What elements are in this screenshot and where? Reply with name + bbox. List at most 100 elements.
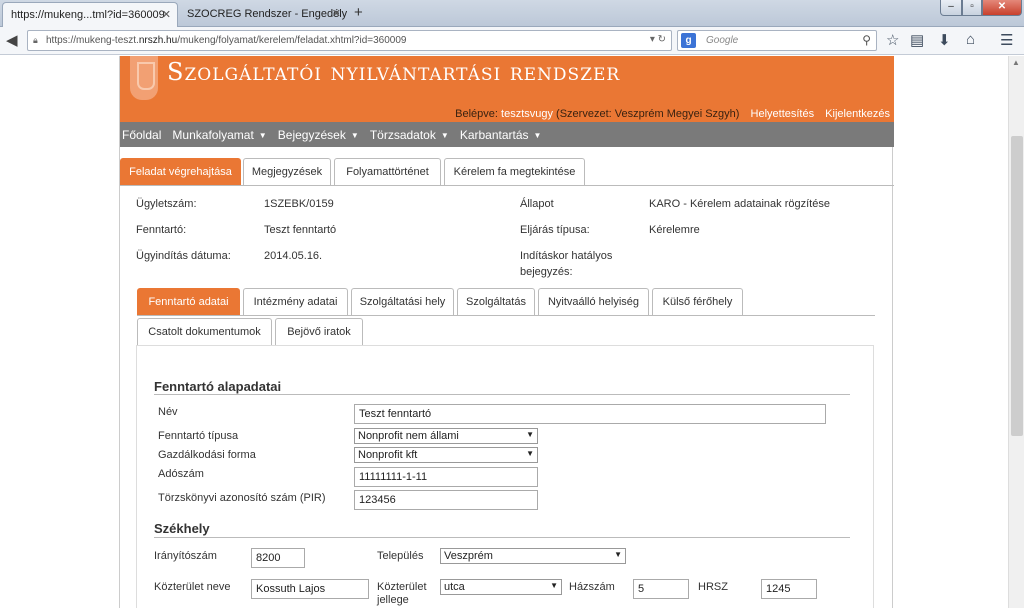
zip-label: Irányítószám (154, 550, 217, 562)
maintainer-value: Teszt fenntartó (264, 224, 337, 236)
browser-tab-active[interactable]: https://mukeng...tml?id=360009 ✕ (2, 2, 178, 27)
type-select[interactable]: Nonprofit nem állami ▼ (354, 428, 538, 444)
main-menu: Főoldal Munkafolyamat ▼ Bejegyzések ▼ Törz… (120, 122, 894, 147)
scrollbar-thumb[interactable] (1011, 136, 1023, 436)
logout-link[interactable]: Kijelentkezés (825, 108, 890, 120)
house-number-label: Házszám (569, 581, 615, 593)
menu-item-home[interactable]: Főoldal (122, 128, 161, 142)
new-tab-icon[interactable]: + (354, 4, 363, 21)
menu-icon[interactable]: ☰ (1000, 31, 1013, 49)
type-label: Fenntartó típusa (158, 430, 239, 442)
maximize-window-icon[interactable]: ▫ (962, 0, 982, 16)
start-date-value: 2014.05.16. (264, 250, 323, 262)
search-icon[interactable]: ⚲ (862, 33, 871, 47)
minimize-window-icon[interactable]: – (940, 0, 962, 16)
dropdown-arrow-icon: ▼ (526, 430, 534, 439)
menu-item-entries[interactable]: Bejegyzések ▼ (278, 128, 359, 142)
close-window-icon[interactable]: ✕ (982, 0, 1022, 16)
tax-number-input[interactable] (354, 467, 538, 487)
bookmarks-icon[interactable]: ▤ (910, 31, 924, 49)
tab-open-room[interactable]: Nyitvaálló helyiség (538, 288, 649, 315)
close-tab-icon[interactable]: ✕ (332, 7, 341, 20)
procedure-value: Kérelemre (649, 224, 700, 236)
main-tabs-divider (120, 185, 894, 186)
url-path: /mukeng/folyamat/kerelem/feladat.xhtml?i… (177, 35, 407, 46)
start-date-label: Ügyindítás dátuma: (136, 250, 231, 262)
tab-notes[interactable]: Megjegyzések (243, 158, 331, 185)
browser-tab-bar: https://mukeng...tml?id=360009 ✕ SZOCREG… (0, 0, 1024, 27)
back-arrow-icon[interactable]: ◀ (6, 31, 18, 49)
sub-tabs-divider (137, 315, 875, 316)
caret-down-icon: ▼ (440, 131, 449, 140)
substitutions-link[interactable]: Helyettesítés (751, 108, 815, 120)
caret-down-icon: ▼ (533, 131, 542, 140)
effective-entry-label-line: bejegyzés: (520, 266, 573, 278)
hrsz-label: HRSZ (698, 581, 728, 593)
business-form-select[interactable]: Nonprofit kft ▼ (354, 447, 538, 463)
scroll-up-icon[interactable]: ▲ (1012, 58, 1020, 67)
section-title-basic: Fenntartó alapadatai (154, 379, 282, 394)
tab-task-execution[interactable]: Feladat végrehajtása (120, 158, 241, 185)
caret-down-icon: ▼ (350, 131, 359, 140)
street-input[interactable] (251, 579, 369, 599)
city-label: Település (377, 550, 424, 562)
bookmark-star-icon[interactable]: ☆ (886, 31, 899, 49)
url-prefix: https://mukeng-teszt. (46, 35, 139, 46)
pir-input[interactable] (354, 490, 538, 510)
tab-process-history[interactable]: Folyamattörténet (334, 158, 441, 185)
tab-request-tree[interactable]: Kérelem fa megtekintése (444, 158, 585, 185)
type-select-value: Nonprofit nem állami (358, 430, 459, 442)
dropdown-arrow-icon: ▼ (614, 550, 622, 559)
download-icon[interactable]: ⬇ (938, 31, 951, 49)
tab-incoming-documents[interactable]: Bejövő iratok (275, 318, 363, 345)
browser-tab-title: SZOCREG Rendszer - Engedély ... (187, 8, 347, 20)
menu-item-label: Törzsadatok (369, 128, 436, 142)
case-number-value: 1SZEBK/0159 (264, 198, 334, 210)
name-input[interactable] (354, 404, 826, 424)
user-bar: Belépve: tesztsvugy (Szervezet: Veszprém… (120, 108, 894, 120)
street-type-select[interactable]: utca ▼ (440, 579, 562, 595)
tax-number-label: Adószám (158, 468, 204, 480)
hrsz-input[interactable] (761, 579, 817, 599)
menu-item-maintenance[interactable]: Karbantartás ▼ (460, 128, 542, 142)
login-label: Belépve: (455, 108, 498, 120)
effective-entry-label: Indításkor hatályos bejegyzés: (520, 250, 612, 278)
tab-attached-documents[interactable]: Csatolt dokumentumok (137, 318, 272, 345)
street-type-select-value: utca (444, 581, 465, 593)
app-header: Szolgáltatói nyilvántartási rendszer Bel… (120, 56, 894, 122)
menu-item-master-data[interactable]: Törzsadatok ▼ (370, 128, 449, 142)
url-domain: nrszh.hu (138, 35, 178, 46)
street-type-label: Közterület jellege (377, 581, 427, 607)
tab-institution-data[interactable]: Intézmény adatai (243, 288, 348, 315)
page-scrollbar[interactable]: ▲ (1008, 56, 1024, 608)
procedure-label: Eljárás típusa: (520, 224, 590, 236)
city-select[interactable]: Veszprém ▼ (440, 548, 626, 564)
reload-icon[interactable]: ▾ ↻ (650, 34, 666, 45)
tab-service[interactable]: Szolgáltatás (457, 288, 535, 315)
section-title-seat: Székhely (154, 521, 210, 536)
browser-tab-inactive[interactable]: SZOCREG Rendszer - Engedély ... ✕ (179, 2, 347, 27)
tab-service-location[interactable]: Szolgáltatási hely (351, 288, 454, 315)
search-bar[interactable]: g Google ⚲ (677, 30, 877, 51)
close-tab-icon[interactable]: ✕ (162, 8, 171, 21)
tab-maintainer-data[interactable]: Fenntartó adatai (137, 288, 240, 315)
search-engine-icon[interactable]: g (681, 33, 696, 48)
url-bar[interactable]: 🔒︎ https://mukeng-teszt.nrszh.hu/mukeng/… (27, 30, 672, 51)
organization: (Szervezet: Veszprém Megyei Szgyh) (556, 108, 740, 120)
zip-input[interactable] (251, 548, 305, 568)
coat-of-arms-logo (130, 56, 158, 100)
caret-down-icon: ▼ (258, 131, 267, 140)
home-icon[interactable]: ⌂ (966, 31, 975, 48)
pir-label: Törzskönyvi azonosító szám (PIR) (158, 492, 326, 504)
business-form-label: Gazdálkodási forma (158, 449, 256, 461)
case-number-label: Ügyletszám: (136, 198, 197, 210)
dropdown-arrow-icon: ▼ (526, 449, 534, 458)
house-number-input[interactable] (633, 579, 689, 599)
state-value: KARO - Kérelem adatainak rögzítése (649, 198, 830, 210)
menu-item-workflow[interactable]: Munkafolyamat ▼ (172, 128, 266, 142)
username[interactable]: tesztsvugy (501, 108, 553, 120)
tab-external-place[interactable]: Külső férőhely (652, 288, 743, 315)
browser-tab-title: https://mukeng...tml?id=360009 (11, 9, 165, 21)
app-title: Szolgáltatói nyilvántartási rendszer (167, 58, 621, 86)
lock-icon: 🔒︎ (33, 35, 38, 45)
